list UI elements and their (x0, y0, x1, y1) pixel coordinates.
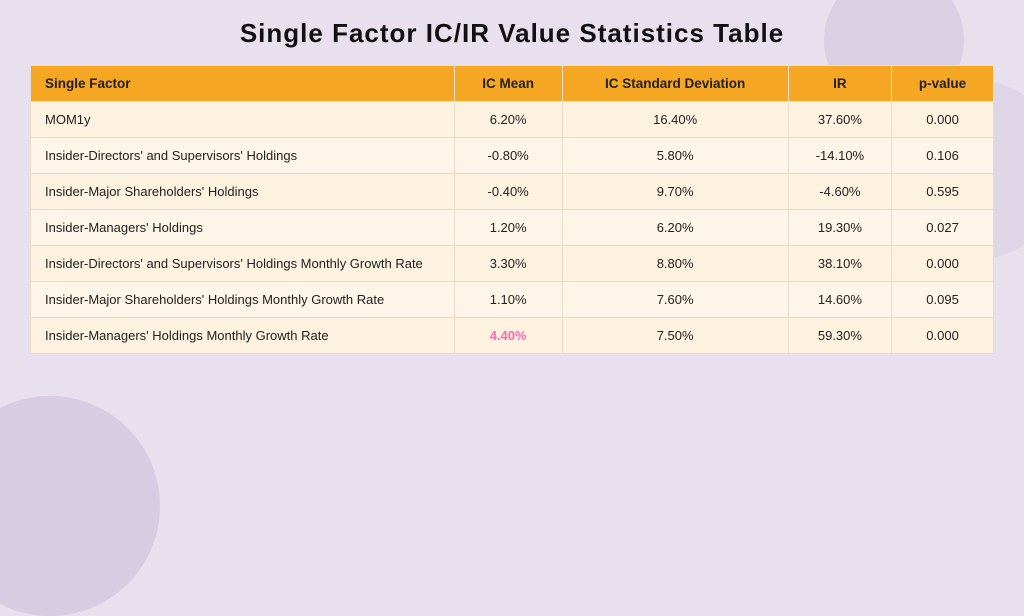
cell-ic-std: 16.40% (562, 102, 788, 138)
header-ic-mean: IC Mean (454, 66, 562, 102)
cell-factor: Insider-Major Shareholders' Holdings Mon… (31, 282, 455, 318)
cell-ic-mean: 4.40% (454, 318, 562, 354)
header-pvalue: p-value (892, 66, 994, 102)
cell-ir: 38.10% (788, 246, 891, 282)
cell-factor: Insider-Directors' and Supervisors' Hold… (31, 246, 455, 282)
cell-factor: MOM1y (31, 102, 455, 138)
table-row: Insider-Directors' and Supervisors' Hold… (31, 246, 994, 282)
header-ir: IR (788, 66, 891, 102)
table-row: Insider-Managers' Holdings Monthly Growt… (31, 318, 994, 354)
table-row: Insider-Major Shareholders' Holdings-0.4… (31, 174, 994, 210)
cell-ic-mean: 1.20% (454, 210, 562, 246)
cell-ir: 14.60% (788, 282, 891, 318)
table-row: Insider-Managers' Holdings1.20%6.20%19.3… (31, 210, 994, 246)
cell-ir: 59.30% (788, 318, 891, 354)
table-row: Insider-Major Shareholders' Holdings Mon… (31, 282, 994, 318)
cell-factor: Insider-Managers' Holdings Monthly Growt… (31, 318, 455, 354)
table-header-row: Single Factor IC Mean IC Standard Deviat… (31, 66, 994, 102)
header-factor: Single Factor (31, 66, 455, 102)
cell-factor: Insider-Managers' Holdings (31, 210, 455, 246)
cell-ic-std: 9.70% (562, 174, 788, 210)
cell-pvalue: 0.095 (892, 282, 994, 318)
cell-ic-mean: -0.40% (454, 174, 562, 210)
cell-ir: -4.60% (788, 174, 891, 210)
header-ic-std: IC Standard Deviation (562, 66, 788, 102)
cell-ic-mean: -0.80% (454, 138, 562, 174)
table-row: Insider-Directors' and Supervisors' Hold… (31, 138, 994, 174)
cell-ic-std: 7.50% (562, 318, 788, 354)
cell-ir: -14.10% (788, 138, 891, 174)
cell-pvalue: 0.595 (892, 174, 994, 210)
cell-factor: Insider-Directors' and Supervisors' Hold… (31, 138, 455, 174)
cell-pvalue: 0.106 (892, 138, 994, 174)
cell-pvalue: 0.000 (892, 246, 994, 282)
table-row: MOM1y6.20%16.40%37.60%0.000 (31, 102, 994, 138)
cell-pvalue: 0.000 (892, 102, 994, 138)
statistics-table: Single Factor IC Mean IC Standard Deviat… (30, 65, 994, 354)
page-title: Single Factor IC/IR Value Statistics Tab… (30, 18, 994, 49)
cell-factor: Insider-Major Shareholders' Holdings (31, 174, 455, 210)
cell-ic-std: 6.20% (562, 210, 788, 246)
cell-ir: 37.60% (788, 102, 891, 138)
cell-ic-mean: 6.20% (454, 102, 562, 138)
cell-ic-std: 5.80% (562, 138, 788, 174)
cell-ic-mean: 1.10% (454, 282, 562, 318)
cell-ic-std: 8.80% (562, 246, 788, 282)
cell-ic-std: 7.60% (562, 282, 788, 318)
cell-ic-mean: 3.30% (454, 246, 562, 282)
cell-pvalue: 0.000 (892, 318, 994, 354)
cell-pvalue: 0.027 (892, 210, 994, 246)
cell-ir: 19.30% (788, 210, 891, 246)
